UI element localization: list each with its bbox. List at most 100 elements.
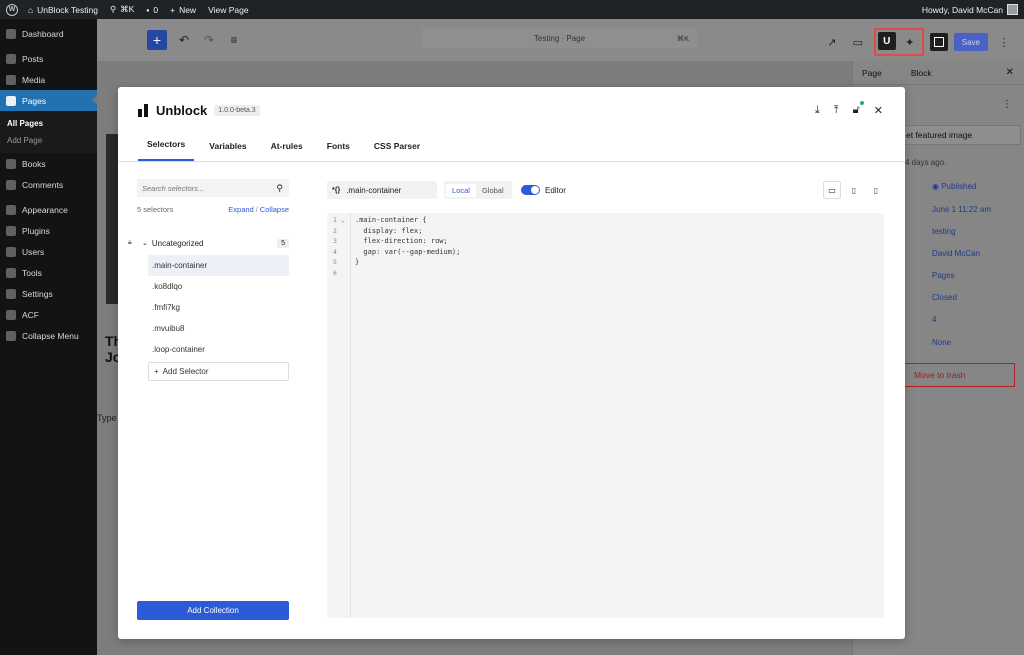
mobile-icon[interactable]: ▯ xyxy=(867,181,885,199)
media-icon xyxy=(6,74,16,85)
undo-icon[interactable]: ↶ xyxy=(176,32,192,48)
sidebar-item-tools[interactable]: Tools xyxy=(0,262,97,283)
book-icon xyxy=(6,158,16,169)
slug-value[interactable]: testing xyxy=(932,227,956,236)
sidebar-item-users[interactable]: Users xyxy=(0,241,97,262)
parent-value[interactable]: 4 xyxy=(932,315,936,324)
tab-page[interactable]: Page xyxy=(862,68,882,78)
selector-search: ⚲ xyxy=(137,179,289,197)
sidebar-item-acf[interactable]: ACF xyxy=(0,304,97,325)
redo-icon[interactable]: ↷ xyxy=(201,32,217,48)
sidebar-item-settings[interactable]: Settings xyxy=(0,283,97,304)
sidebar-item-posts[interactable]: Posts xyxy=(0,48,97,69)
author-value[interactable]: David McCan xyxy=(932,249,980,258)
view-page-link[interactable]: View Page xyxy=(208,5,248,15)
desktop-icon[interactable]: ▭ xyxy=(823,181,841,199)
document-bar[interactable]: Testing · Page ⌘K xyxy=(422,28,697,48)
comments-link[interactable]: ▪ 0 xyxy=(146,5,158,15)
selector-meta: 5 selectors Expand / Collapse xyxy=(137,205,289,214)
tablet-icon[interactable]: ▯ xyxy=(845,181,863,199)
dashboard-icon xyxy=(6,28,16,39)
block-inserter-button[interactable]: + xyxy=(147,30,167,50)
sidebar-item-books[interactable]: Books xyxy=(0,153,97,174)
account-menu[interactable]: Howdy, David McCan xyxy=(922,4,1018,15)
scope-local-button[interactable]: Local xyxy=(446,183,476,197)
scope-global-button[interactable]: Global xyxy=(476,184,510,197)
more-options-icon[interactable]: ⋮ xyxy=(994,32,1014,52)
code-line: gap: var(--gap-medium); xyxy=(355,247,461,256)
code-editor[interactable]: 1 ⌄ 2 3 4 5 6 .main-container { display:… xyxy=(327,213,884,618)
editor-switch[interactable] xyxy=(521,185,540,195)
sidebar-item-plugins[interactable]: Plugins xyxy=(0,220,97,241)
unblock-modal: Unblock 1.0.0-beta.3 ⤓ ⤒ 🔓︎ ✕ Selectors … xyxy=(118,87,905,639)
site-name-link[interactable]: ⌂ UnBlock Testing xyxy=(28,5,98,15)
group-header[interactable]: 🔒︎ ⌄ Uncategorized 5 xyxy=(128,234,289,252)
status-value[interactable]: ◉ Published xyxy=(932,182,976,191)
selector-item[interactable]: .loop-container xyxy=(148,339,289,360)
tab-fonts[interactable]: Fonts xyxy=(318,141,359,161)
submenu-all-pages[interactable]: All Pages xyxy=(7,115,97,132)
sidebar-item-dashboard[interactable]: Dashboard xyxy=(0,23,97,44)
lock-icon[interactable]: 🔒︎ xyxy=(128,239,136,247)
tab-css-parser[interactable]: CSS Parser xyxy=(365,141,429,161)
document-overview-icon[interactable]: ≡ xyxy=(226,32,242,48)
tab-variables[interactable]: Variables xyxy=(200,141,255,161)
sidebar-item-collapse-menu[interactable]: Collapse Menu xyxy=(0,325,97,346)
set-featured-image-button[interactable]: et featured image xyxy=(901,125,1021,145)
wordpress-logo-icon[interactable]: W xyxy=(6,3,18,16)
close-icon[interactable]: ✕ xyxy=(874,104,883,117)
sidebar-item-media[interactable]: Media xyxy=(0,69,97,90)
tab-selectors[interactable]: Selectors xyxy=(138,139,195,161)
add-collection-button[interactable]: Add Collection xyxy=(137,601,289,620)
discussion-value[interactable]: Closed xyxy=(932,293,957,302)
expand-link[interactable]: Expand xyxy=(228,205,253,214)
save-button[interactable]: Save xyxy=(953,33,988,51)
close-icon[interactable]: ✕ xyxy=(1006,67,1014,78)
highlight-box: U ✦ xyxy=(873,28,924,56)
more-options-icon[interactable]: ⋮ xyxy=(1002,99,1012,110)
line-number: 5 xyxy=(333,258,337,266)
selector-item[interactable]: .fmfi7kg xyxy=(148,297,289,318)
tab-at-rules[interactable]: At-rules xyxy=(262,141,312,161)
selector-item[interactable]: .mvuibu8 xyxy=(148,318,289,339)
sidebar-item-pages[interactable]: Pages xyxy=(0,90,98,111)
chevron-down-icon: ⌄ xyxy=(142,240,148,247)
none-value[interactable]: None xyxy=(932,338,951,347)
new-content-link[interactable]: + New xyxy=(170,5,196,15)
tab-block[interactable]: Block xyxy=(911,68,932,78)
device-switcher: ▭ ▯ ▯ xyxy=(823,181,885,199)
plus-icon: + xyxy=(170,4,176,15)
publish-date-value[interactable]: June 1 11:22 am xyxy=(932,205,991,214)
collapse-link[interactable]: Collapse xyxy=(260,205,289,214)
search-input[interactable] xyxy=(142,183,267,193)
code-line: .main-container { xyxy=(355,216,427,224)
sidebar-item-appearance[interactable]: Appearance xyxy=(0,199,97,220)
block-appender[interactable]: Type xyxy=(97,413,117,423)
download-icon[interactable]: ⤓ xyxy=(815,104,820,117)
settings-panel-toggle[interactable] xyxy=(929,33,948,51)
command-palette-link[interactable]: ⚲ ⌘K xyxy=(110,4,134,15)
selector-item[interactable]: .ko8dlqo xyxy=(148,276,289,297)
unblock-logo-button[interactable]: U xyxy=(877,32,896,50)
sparkle-icon[interactable]: ✦ xyxy=(900,32,920,52)
plus-icon: + xyxy=(154,367,159,376)
avatar xyxy=(1007,4,1018,15)
lock-icon[interactable]: 🔓︎ xyxy=(853,100,864,117)
comment-icon: ▪ xyxy=(146,4,150,15)
modal-actions: ⤓ ⤒ 🔓︎ ✕ xyxy=(815,100,883,117)
add-selector-button[interactable]: + Add Selector xyxy=(148,362,289,381)
device-preview-icon[interactable]: ▭ xyxy=(848,32,868,52)
line-number: 1 ⌄ xyxy=(333,216,345,224)
sidebar-item-comments[interactable]: Comments xyxy=(0,174,97,195)
selector-item[interactable]: .main-container xyxy=(148,255,289,276)
users-icon xyxy=(6,246,16,257)
code-lines: .main-container { display: flex; flex-di… xyxy=(351,213,460,618)
current-selector-field[interactable]: *{} .main-container xyxy=(327,181,437,199)
pages-icon xyxy=(6,95,16,106)
upload-icon[interactable]: ⤒ xyxy=(834,104,839,117)
move-to-trash-button[interactable]: Move to trash xyxy=(903,363,1015,387)
submenu-add-page[interactable]: Add Page xyxy=(7,132,97,149)
external-link-icon[interactable]: ↗ xyxy=(822,32,842,52)
template-value[interactable]: Pages xyxy=(932,271,955,280)
